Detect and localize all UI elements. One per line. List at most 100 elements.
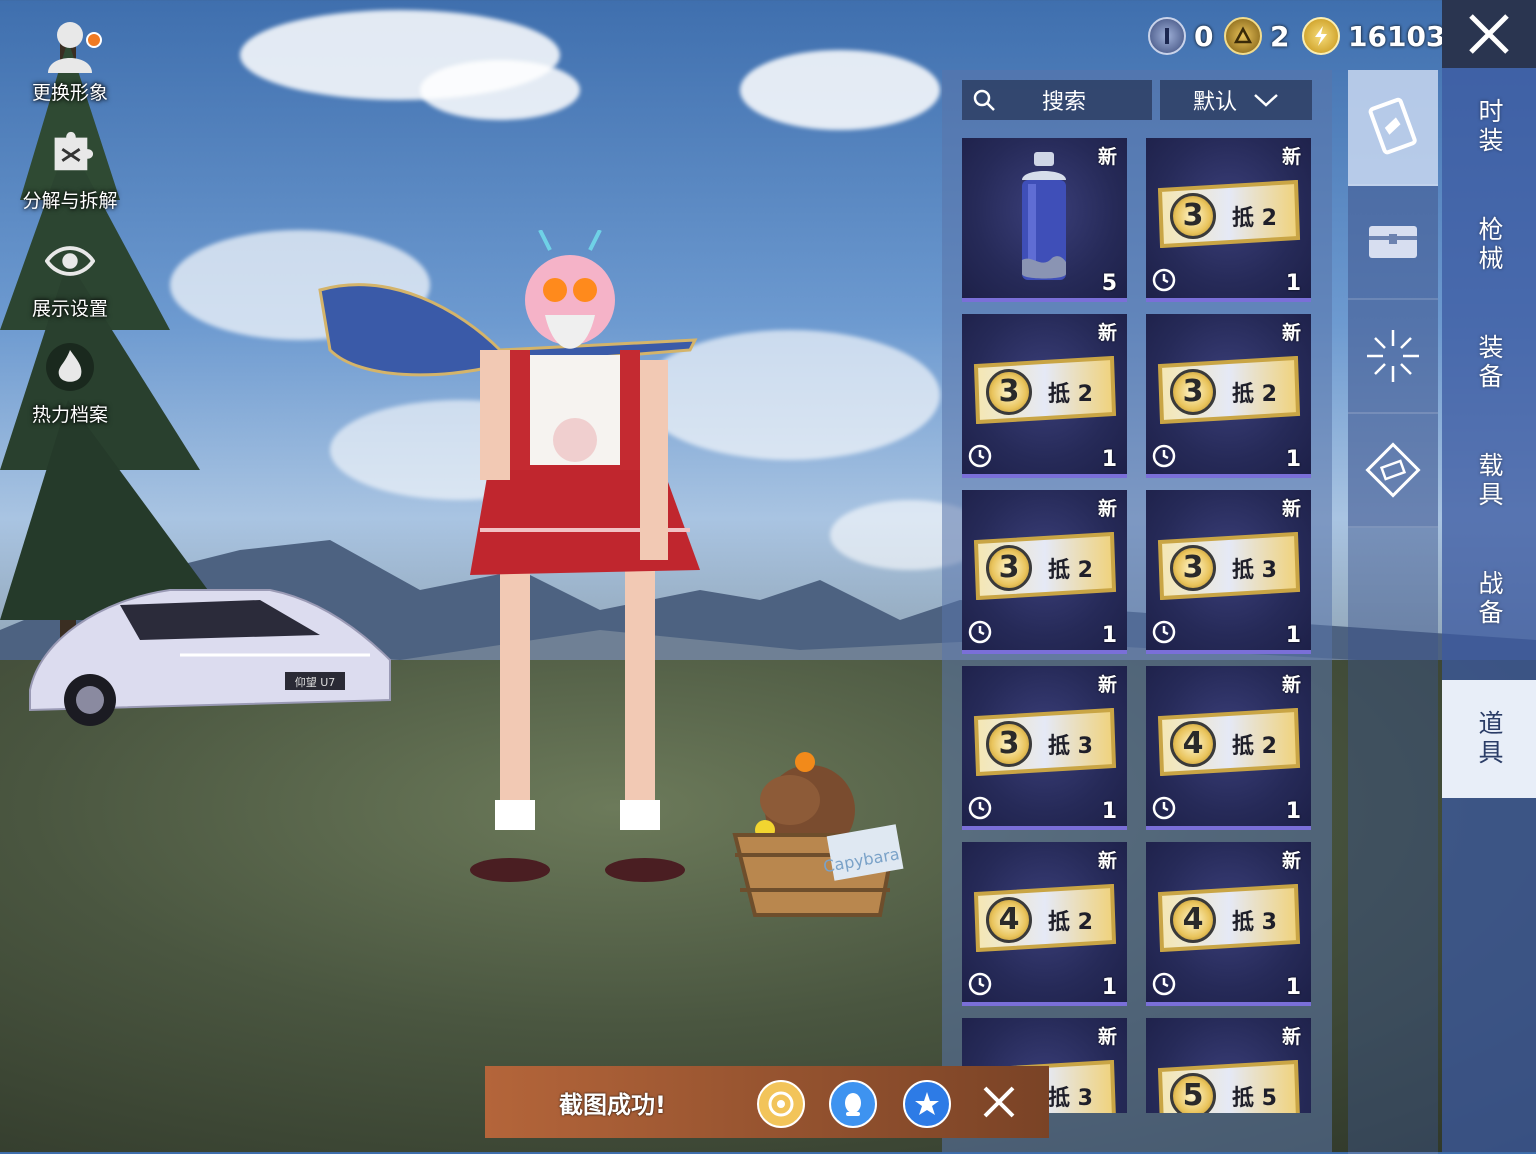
tab-preparation-label: 战备 [1475, 570, 1504, 628]
card-icon [1368, 97, 1417, 155]
item-card[interactable]: 4 抵 3 新 1 [1146, 842, 1311, 1006]
heat-profile-label: 热力档案 [31, 404, 108, 426]
ticket-number: 3 [1170, 193, 1216, 239]
ticket-label: 抵 2 [1048, 382, 1093, 407]
item-quantity: 5 [1101, 271, 1117, 296]
category-tab-chests[interactable] [1348, 186, 1438, 300]
coupon-ticket: 3 抵 3 [972, 708, 1117, 776]
toast-message: 截图成功! [559, 1090, 666, 1119]
qq-icon [845, 1093, 861, 1116]
ticket-label: 抵 3 [1232, 910, 1277, 935]
item-card[interactable]: 新5 [962, 138, 1127, 302]
new-badge: 新 [1281, 674, 1301, 696]
share-moments-button[interactable] [757, 1080, 805, 1128]
item-card[interactable]: 3 抵 2 新 1 [1146, 314, 1311, 478]
sort-dropdown[interactable]: 默认 [1160, 80, 1312, 120]
toast-close-button[interactable] [979, 1082, 1019, 1122]
ticket-icon [1365, 442, 1421, 498]
currency-bolt[interactable]: 161037 [1302, 16, 1465, 56]
heat-profile-button[interactable]: 热力档案 [0, 342, 140, 427]
currency-blue[interactable]: 0 [1148, 16, 1213, 56]
clock-icon [1152, 620, 1176, 644]
item-card[interactable]: 3 抵 3 新 1 [962, 666, 1127, 830]
share-qzone-button[interactable] [903, 1080, 951, 1128]
item-quantity: 1 [1285, 271, 1301, 296]
notification-dot [86, 32, 102, 48]
new-badge: 新 [1281, 322, 1301, 344]
category-tab-tickets[interactable] [1348, 414, 1438, 528]
new-badge: 新 [1281, 498, 1301, 520]
qzone-star-icon [915, 1092, 939, 1115]
item-card[interactable]: 3 抵 3 新 1 [1146, 490, 1311, 654]
ticket-number: 3 [986, 369, 1032, 415]
tab-fashion[interactable]: 时装 [1442, 68, 1536, 186]
display-settings-button[interactable]: 展示设置 [0, 236, 140, 321]
ticket-number: 3 [986, 545, 1032, 591]
new-badge: 新 [1281, 1026, 1301, 1048]
category-tabs-filler [1348, 528, 1438, 1154]
item-card[interactable]: 3 抵 2 新 1 [962, 490, 1127, 654]
coupon-ticket: 5 抵 5 [1156, 1060, 1301, 1113]
item-quantity: 1 [1285, 975, 1301, 1000]
coupon-ticket: 3 抵 3 [1156, 532, 1301, 600]
category-tab-fireworks[interactable] [1348, 300, 1438, 414]
item-grid: 新53抵 2新13抵 2新13抵 2新13抵 2新13抵 3新13抵 3新14抵… [962, 138, 1312, 1113]
change-appearance-button[interactable]: 更换形象 [0, 20, 140, 105]
ticket-label: 抵 3 [1048, 734, 1093, 759]
close-button[interactable] [1442, 0, 1536, 68]
close-icon [1469, 14, 1509, 54]
puzzle-icon [45, 128, 95, 178]
clock-icon [968, 972, 992, 996]
ticket-label: 抵 2 [1232, 206, 1277, 231]
item-quantity: 1 [1285, 799, 1301, 824]
item-card[interactable]: 4 抵 2 新 1 [962, 842, 1127, 1006]
clock-icon [1152, 972, 1176, 996]
blue-coin-icon [1148, 17, 1186, 55]
tab-equipment-label: 装备 [1475, 334, 1504, 392]
currency-gold[interactable]: 2 [1224, 16, 1289, 56]
category-tab-cards[interactable] [1348, 70, 1438, 186]
item-quantity: 1 [1285, 447, 1301, 472]
tab-items[interactable]: 道具 [1442, 680, 1536, 798]
blue-coin-value: 0 [1194, 19, 1214, 53]
ticket-label: 抵 2 [1232, 734, 1277, 759]
item-card[interactable]: 3 抵 2 新 1 [1146, 138, 1311, 302]
new-badge: 新 [1097, 850, 1117, 872]
ticket-number: 4 [986, 897, 1032, 943]
tab-vehicles-label: 载具 [1475, 452, 1504, 510]
tab-vehicles[interactable]: 载具 [1442, 422, 1536, 540]
ticket-number: 3 [1170, 369, 1216, 415]
side-tabs: 时装 枪械 装备 载具 战备 道具 [1442, 68, 1536, 1152]
share-qq-button[interactable] [829, 1080, 877, 1128]
ticket-label: 抵 5 [1232, 1086, 1277, 1111]
clock-icon [1152, 796, 1176, 820]
item-card[interactable]: 3 抵 2 新 1 [962, 314, 1127, 478]
search-input[interactable]: 搜索 [962, 80, 1152, 120]
chevron-down-icon [1254, 94, 1278, 107]
item-quantity: 1 [1101, 447, 1117, 472]
character [318, 230, 700, 882]
coupon-ticket: 3 抵 2 [1156, 356, 1301, 424]
change-appearance-label: 更换形象 [31, 82, 108, 104]
coupon-ticket: 3 抵 2 [972, 356, 1117, 424]
clock-icon [1152, 268, 1176, 292]
tab-equipment[interactable]: 装备 [1442, 304, 1536, 422]
firework-icon [1367, 330, 1419, 382]
item-card[interactable]: 5 抵 5 新 [1146, 1018, 1311, 1113]
spray-can-icon [1022, 152, 1066, 280]
item-card[interactable]: 4 抵 2 新 1 [1146, 666, 1311, 830]
ticket-number: 3 [1170, 545, 1216, 591]
item-quantity: 1 [1101, 975, 1117, 1000]
capybara-in-tub: Capybara [732, 752, 904, 917]
decompose-label: 分解与拆解 [22, 190, 118, 212]
bolt-coin-icon [1302, 17, 1340, 55]
decompose-button[interactable]: 分解与拆解 [0, 128, 140, 213]
gold-token-icon [1224, 17, 1262, 55]
tab-preparation[interactable]: 战备 [1442, 540, 1536, 658]
chest-icon [1369, 226, 1417, 258]
coupon-ticket: 4 抵 2 [1156, 708, 1301, 776]
tab-fashion-label: 时装 [1475, 98, 1504, 156]
tab-weapons[interactable]: 枪械 [1442, 186, 1536, 304]
tab-items-label: 道具 [1475, 710, 1504, 768]
search-icon [973, 89, 995, 111]
